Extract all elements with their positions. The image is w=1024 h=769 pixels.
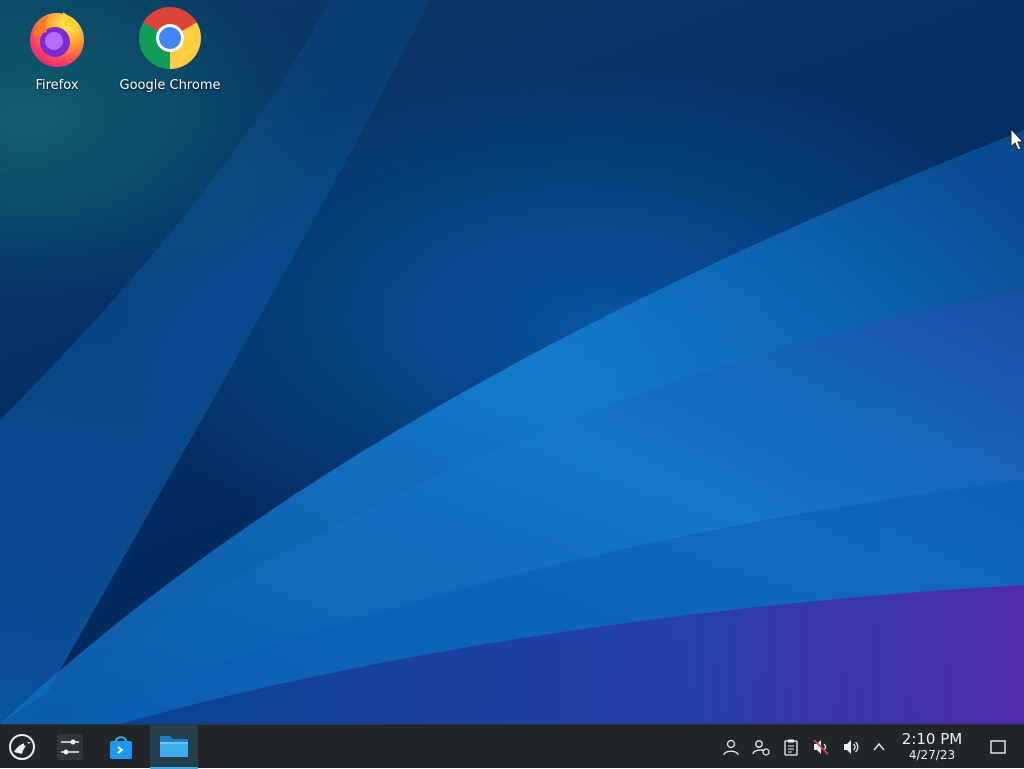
user-icon — [723, 739, 739, 756]
wallpaper — [0, 0, 1024, 724]
mouse-cursor-icon — [1010, 128, 1024, 151]
tray-audio-muted[interactable] — [807, 725, 835, 769]
firefox-icon — [30, 12, 84, 67]
desktop-icon-firefox[interactable]: Firefox — [2, 6, 112, 93]
user-switch-icon — [752, 740, 770, 756]
tray-user[interactable] — [717, 725, 745, 769]
application-launcher-button[interactable] — [0, 725, 44, 769]
taskbar-file-manager[interactable] — [150, 725, 198, 769]
show-desktop-icon — [990, 740, 1006, 754]
tray-clipboard[interactable] — [777, 725, 805, 769]
clock-date: 4/27/23 — [908, 748, 956, 762]
discover-store-icon — [110, 736, 132, 759]
desktop-icon-google-chrome[interactable]: Google Chrome — [115, 6, 225, 93]
system-settings-icon — [57, 734, 83, 760]
volume-muted-icon — [813, 739, 829, 755]
desktop-icon-label: Firefox — [35, 78, 79, 93]
digital-clock[interactable]: 2:10 PM 4/27/23 — [896, 730, 968, 763]
kde-application-launcher-icon — [9, 734, 35, 760]
clock-time: 2:10 PM — [901, 730, 963, 748]
chevron-up-icon — [873, 742, 885, 751]
tray-user-switch[interactable] — [747, 725, 775, 769]
tray-volume[interactable] — [837, 725, 865, 769]
chrome-icon — [139, 7, 201, 69]
volume-icon — [844, 740, 859, 754]
taskbar: 2:10 PM 4/27/23 — [0, 724, 1024, 769]
show-desktop-button[interactable] — [984, 725, 1012, 769]
desktop-background[interactable]: Firefox Google Chrome — [0, 0, 1024, 724]
clipboard-icon — [784, 739, 798, 756]
desktop-icon-label: Google Chrome — [119, 78, 221, 93]
tray-expander[interactable] — [865, 725, 893, 769]
taskbar-system-settings[interactable] — [48, 725, 92, 769]
taskbar-discover[interactable] — [98, 725, 144, 769]
file-manager-icon — [160, 736, 188, 757]
